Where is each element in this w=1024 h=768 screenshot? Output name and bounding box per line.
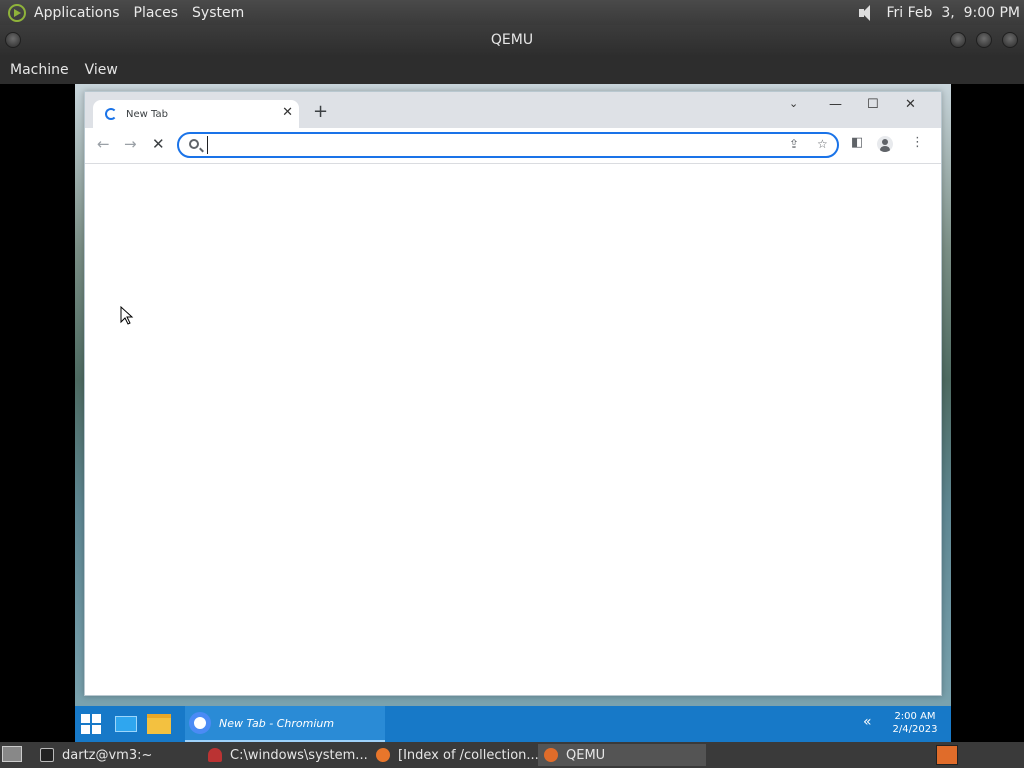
file-explorer-icon[interactable] <box>147 714 171 734</box>
host-top-panel: Applications Places System Fri Feb 3, 9:… <box>0 0 1024 25</box>
loading-spinner-icon <box>105 108 117 120</box>
tab-new-tab[interactable]: New Tab ✕ <box>93 100 299 128</box>
side-panel-icon[interactable]: ◧ <box>851 135 863 150</box>
applications-menu[interactable]: Applications <box>34 5 120 21</box>
chromium-window: New Tab ✕ + ⌄ — ☐ ✕ ← → ✕ ⇪ ☆ ◧ ⋮ <box>84 91 942 696</box>
guest-time: 2:00 AM <box>894 711 936 722</box>
taskbar-item-qemu[interactable]: QEMU <box>538 744 706 766</box>
taskbar-item-wine[interactable]: C:\windows\system... <box>202 744 370 766</box>
close-tab-icon[interactable]: ✕ <box>282 105 293 120</box>
qemu-titlebar: QEMU <box>0 25 1024 55</box>
qemu-menubar: Machine View <box>0 55 1024 84</box>
omnibox[interactable]: ⇪ ☆ <box>177 132 839 158</box>
windows-start-icon[interactable] <box>81 714 101 734</box>
minimize-icon[interactable]: — <box>829 97 842 112</box>
chromium-icon <box>189 712 211 734</box>
taskbar-chromium-button[interactable]: New Tab - Chromium <box>185 706 385 742</box>
qemu-icon <box>544 748 558 762</box>
firefox-icon <box>376 748 390 762</box>
search-icon <box>189 139 199 149</box>
task-view-icon[interactable] <box>115 716 137 732</box>
host-bottom-panel: dartz@vm3:~ C:\windows\system... [Index … <box>0 742 1024 768</box>
maximize-window-icon[interactable] <box>976 32 992 48</box>
profile-avatar-icon[interactable] <box>877 136 893 152</box>
more-menu-icon[interactable]: ⋮ <box>911 135 924 150</box>
taskbar-item-label: C:\windows\system... <box>230 747 368 763</box>
volume-icon[interactable] <box>857 4 877 21</box>
wine-glass-icon <box>208 748 222 762</box>
taskbar-item-terminal[interactable]: dartz@vm3:~ <box>34 744 202 766</box>
guest-taskbar: New Tab - Chromium « 2:00 AM 2/4/2023 <box>75 706 951 742</box>
new-tab-button[interactable]: + <box>313 101 328 122</box>
show-hidden-icons-icon[interactable]: « <box>863 714 872 730</box>
tab-title: New Tab <box>126 108 168 120</box>
back-arrow-icon[interactable]: ← <box>97 135 110 153</box>
minimize-window-icon[interactable] <box>950 32 966 48</box>
places-menu[interactable]: Places <box>134 5 179 21</box>
tab-strip: New Tab ✕ + ⌄ — ☐ ✕ <box>85 92 941 128</box>
show-desktop-icon[interactable] <box>2 746 22 762</box>
guest-clock[interactable]: 2:00 AM 2/4/2023 <box>887 710 943 736</box>
taskbar-item-label: [Index of /collection... <box>398 747 538 763</box>
tab-search-chevron-icon[interactable]: ⌄ <box>789 97 798 110</box>
guest-screen: New Tab ✕ + ⌄ — ☐ ✕ ← → ✕ ⇪ ☆ ◧ ⋮ New Ta… <box>75 84 951 742</box>
window-title: QEMU <box>490 32 534 48</box>
tray-qemu-icon[interactable] <box>936 745 958 765</box>
share-icon[interactable]: ⇪ <box>789 137 799 151</box>
page-content[interactable] <box>85 188 941 695</box>
address-bar-input[interactable] <box>207 136 767 154</box>
close-icon[interactable]: ✕ <box>905 97 916 112</box>
forward-arrow-icon[interactable]: → <box>124 135 137 153</box>
taskbar-item-firefox[interactable]: [Index of /collection... <box>370 744 538 766</box>
close-window-icon[interactable] <box>1002 32 1018 48</box>
bookmark-star-icon[interactable]: ☆ <box>817 137 828 151</box>
taskbar-item-label: QEMU <box>566 747 606 763</box>
terminal-icon <box>40 748 54 762</box>
maximize-icon[interactable]: ☐ <box>867 97 879 112</box>
browser-toolbar: ← → ✕ ⇪ ☆ ◧ ⋮ <box>85 128 941 164</box>
taskbar-chromium-label: New Tab - Chromium <box>219 716 335 730</box>
view-menu[interactable]: View <box>85 62 118 78</box>
system-menu[interactable]: System <box>192 5 244 21</box>
stop-loading-icon[interactable]: ✕ <box>152 135 165 153</box>
window-menu-icon[interactable] <box>5 32 21 48</box>
host-clock[interactable]: Fri Feb 3, 9:00 PM <box>887 5 1021 21</box>
guest-date: 2/4/2023 <box>892 724 938 735</box>
taskbar-item-label: dartz@vm3:~ <box>62 747 153 763</box>
applications-menu-icon[interactable] <box>8 3 26 22</box>
machine-menu[interactable]: Machine <box>10 62 69 78</box>
